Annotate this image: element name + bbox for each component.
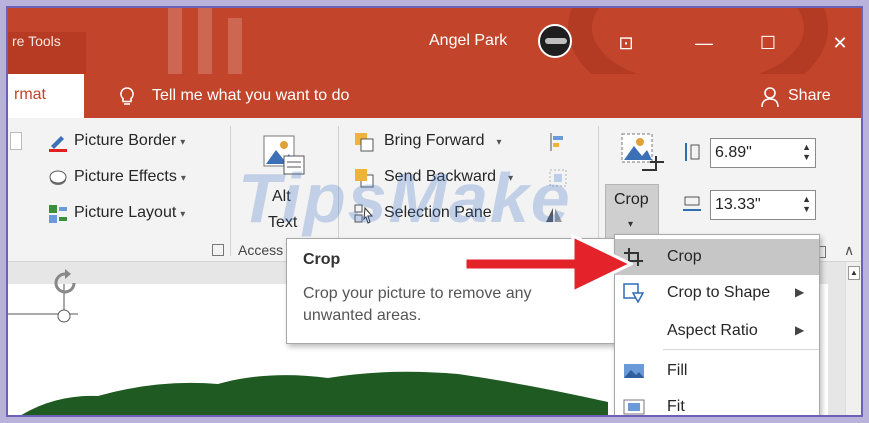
shape-width-icon xyxy=(683,196,701,211)
accessibility-group-label: Access xyxy=(238,242,284,258)
minimize-button[interactable]: — xyxy=(690,30,718,56)
ribbon-display-icon: ⊡ xyxy=(618,33,634,53)
fill-icon xyxy=(624,364,644,378)
user-name[interactable]: Angel Park xyxy=(429,32,507,50)
rotate-handle-icon[interactable] xyxy=(50,268,80,298)
shape-height-input[interactable]: 6.89" ▲ ▼ xyxy=(710,138,816,168)
tab-format-label: rmat xyxy=(14,86,46,103)
picture-layout-label: Picture Layout xyxy=(74,204,177,221)
menu-item-fit[interactable]: Fit xyxy=(615,389,819,415)
bring-forward-button[interactable]: Bring Forward ▾ xyxy=(384,132,502,150)
dropdown-caret-icon: ▾ xyxy=(180,209,186,220)
submenu-arrow-icon: ▶ xyxy=(795,323,805,337)
tab-format[interactable]: rmat xyxy=(8,74,84,118)
ribbon-display-options-button[interactable]: ⊡ xyxy=(612,30,640,56)
tooltip-title: Crop xyxy=(303,251,341,268)
collapse-ribbon-icon[interactable]: ∧ xyxy=(844,242,854,259)
bring-forward-icon xyxy=(355,133,374,152)
crop-dropdown-menu: Crop Crop to Shape ▶ Aspect Ratio ▶ Fill… xyxy=(614,234,820,415)
crop-button-label: Crop xyxy=(614,191,649,208)
bring-forward-label: Bring Forward xyxy=(384,132,485,149)
align-icon[interactable] xyxy=(548,132,568,152)
avatar[interactable] xyxy=(538,24,572,58)
dropdown-caret-icon: ▾ xyxy=(496,137,502,148)
minimize-icon: — xyxy=(695,33,713,53)
red-arrow-icon xyxy=(463,233,633,295)
shape-height-value: 6.89" xyxy=(715,144,752,161)
share-button[interactable]: Share xyxy=(788,87,831,105)
tell-me-search[interactable]: Tell me what you want to do xyxy=(152,87,349,105)
picture-effects-button[interactable]: Picture Effects ▾ xyxy=(74,168,186,186)
submenu-arrow-icon: ▶ xyxy=(795,285,805,299)
menu-item-label: Crop to Shape xyxy=(667,284,771,301)
group-separator xyxy=(230,126,231,256)
restore-button[interactable]: ☐ xyxy=(754,30,782,56)
spinner-arrows-icon[interactable]: ▲ ▼ xyxy=(802,142,811,162)
picture-effects-label: Picture Effects xyxy=(74,168,177,185)
title-decoration xyxy=(168,8,242,74)
shape-width-value: 13.33" xyxy=(715,196,761,213)
title-bar: re Tools Angel Park ⊡ — ☐ ✕ xyxy=(8,8,861,74)
spinner-arrows-icon[interactable]: ▲ ▼ xyxy=(802,194,811,214)
lightbulb-icon xyxy=(120,87,134,105)
shape-height-icon xyxy=(685,143,700,161)
picture-border-icon xyxy=(49,136,67,152)
fit-icon xyxy=(623,399,645,415)
dropdown-caret-icon: ▾ xyxy=(180,137,186,148)
menu-item-crop-to-shape[interactable]: Crop to Shape ▶ xyxy=(615,275,819,311)
picture-layout-icon xyxy=(49,205,67,223)
style-gallery-scroll[interactable] xyxy=(10,132,22,150)
restore-icon: ☐ xyxy=(759,33,777,53)
menu-separator xyxy=(663,349,819,350)
menu-item-label: Aspect Ratio xyxy=(667,322,758,339)
vertical-scrollbar[interactable]: ▲ xyxy=(845,262,861,415)
picture-border-button[interactable]: Picture Border ▾ xyxy=(74,132,185,150)
menu-item-label: Fill xyxy=(667,362,688,379)
menu-item-aspect-ratio[interactable]: Aspect Ratio ▶ xyxy=(615,313,819,349)
close-icon: ✕ xyxy=(832,33,848,53)
close-button[interactable]: ✕ xyxy=(826,30,854,56)
menu-item-crop[interactable]: Crop xyxy=(615,239,819,275)
tab-row: rmat Tell me what you want to do Share xyxy=(8,74,861,118)
crop-large-icon xyxy=(621,133,664,171)
picture-effects-icon xyxy=(49,170,67,185)
scroll-up-icon[interactable]: ▲ xyxy=(848,266,860,280)
picture-layout-button[interactable]: Picture Layout ▾ xyxy=(74,204,185,222)
shape-width-input[interactable]: 13.33" ▲ ▼ xyxy=(710,190,816,220)
app-window: re Tools Angel Park ⊡ — ☐ ✕ rmat Tell me… xyxy=(6,6,863,417)
menu-item-fill[interactable]: Fill xyxy=(615,353,819,389)
menu-item-label: Crop xyxy=(667,248,702,265)
share-person-icon xyxy=(761,87,779,108)
picture-tools-label: re Tools xyxy=(12,33,61,49)
picture-border-label: Picture Border xyxy=(74,132,177,149)
picture-styles-launcher-icon[interactable] xyxy=(212,244,224,256)
menu-item-label: Fit xyxy=(667,398,685,415)
dropdown-caret-icon: ▾ xyxy=(180,173,186,184)
